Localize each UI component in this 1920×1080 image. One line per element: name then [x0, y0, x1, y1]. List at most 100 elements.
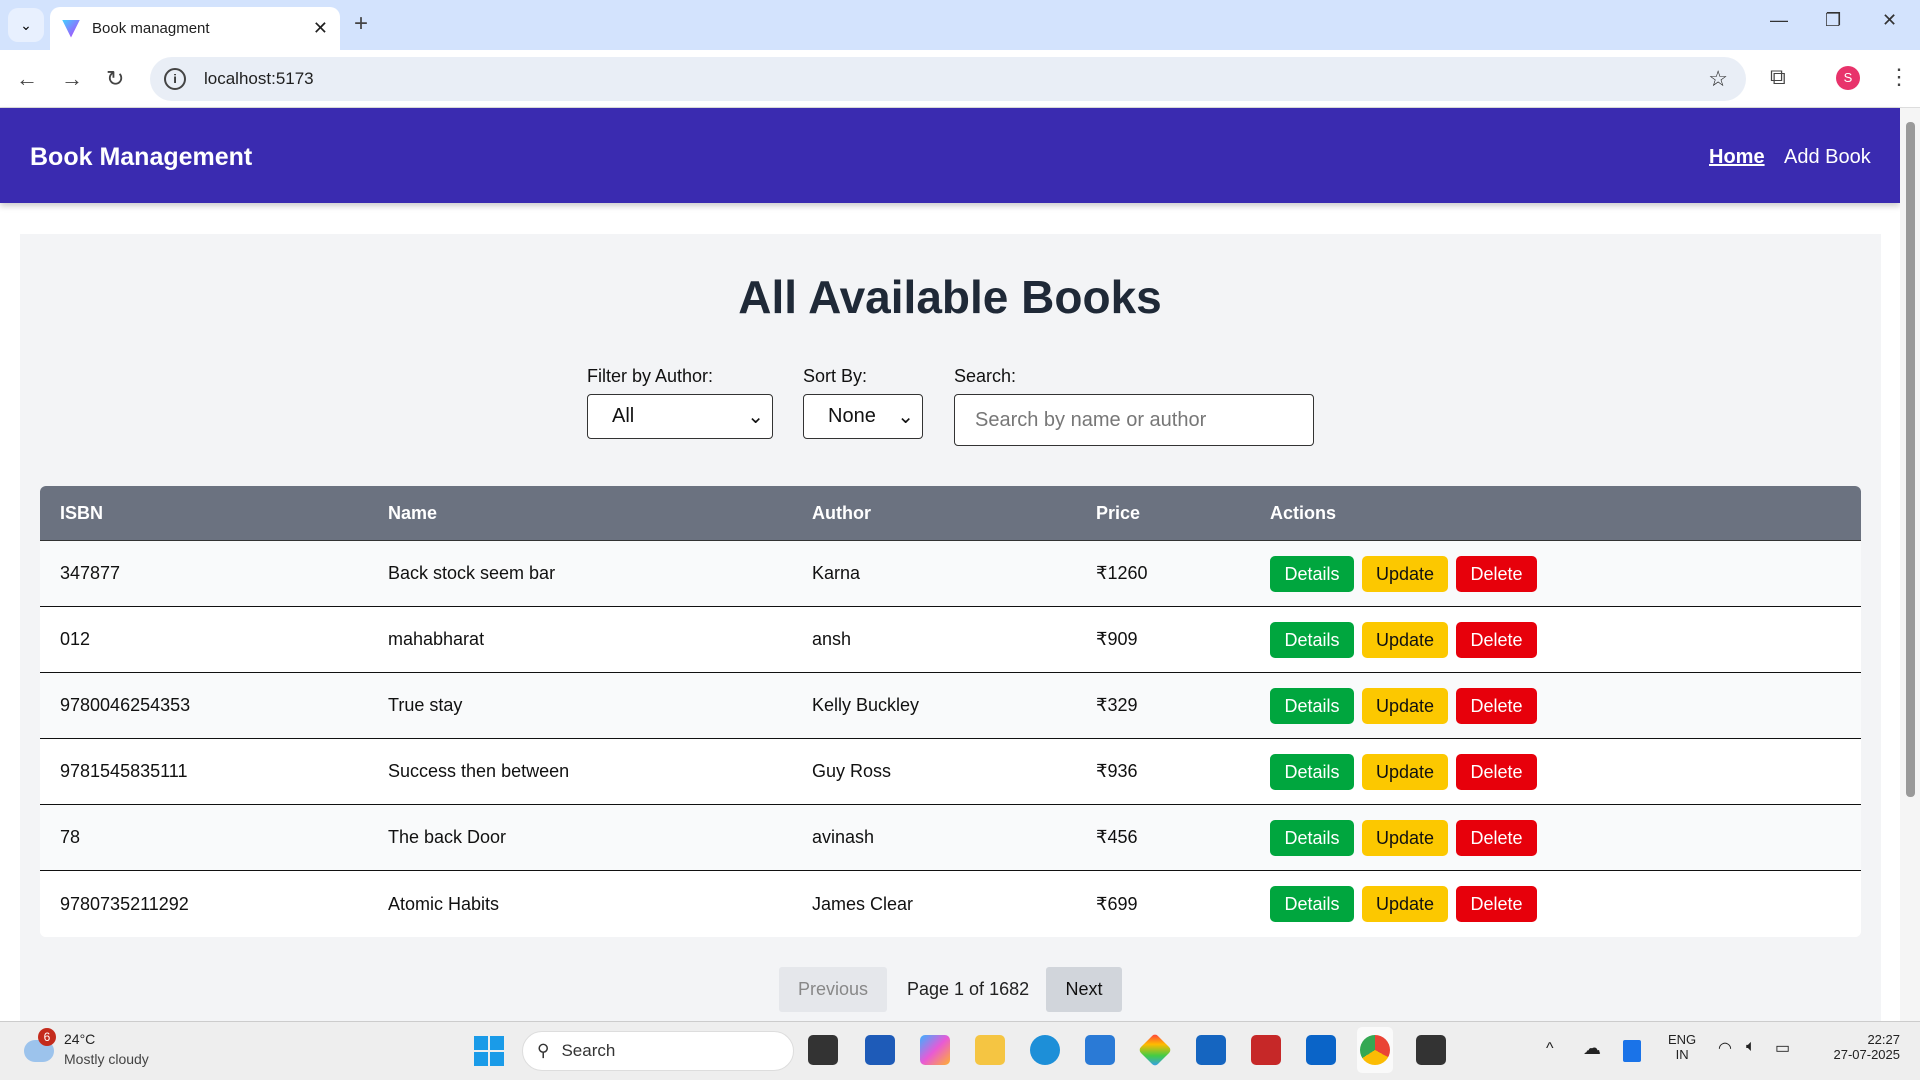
sort-select[interactable]: None ⌄ — [803, 394, 923, 439]
tab-search-button[interactable]: ⌄ — [8, 8, 44, 42]
site-info-icon[interactable]: i — [164, 68, 186, 90]
file-explorer-icon[interactable] — [975, 1035, 1005, 1065]
cell-price: ₹699 — [1096, 893, 1138, 914]
chrome-icon[interactable] — [1360, 1035, 1390, 1065]
table-row: 9780046254353 True stay Kelly Buckley ₹3… — [40, 673, 1861, 739]
address-bar[interactable]: i localhost:5173 ☆ — [150, 57, 1746, 101]
search-input[interactable]: Search by name or author — [954, 394, 1314, 446]
page-title: All Available Books — [738, 271, 1162, 323]
update-button[interactable]: Update — [1362, 621, 1448, 658]
task-view-icon[interactable] — [808, 1035, 838, 1065]
table-row: 347877 Back stock seem bar Karna ₹1260 D… — [40, 541, 1861, 607]
details-button[interactable]: Details — [1270, 753, 1354, 790]
search-label: Search: — [954, 366, 1017, 386]
table-row: 9780735211292 Atomic Habits James Clear … — [40, 871, 1861, 937]
cell-actions: Details Update Delete — [1270, 621, 1545, 658]
weather-temp: 24°C — [64, 1031, 96, 1047]
cell-isbn: 347877 — [60, 563, 121, 583]
mcafee-icon[interactable] — [1251, 1035, 1281, 1065]
terminal-icon[interactable] — [1416, 1035, 1446, 1065]
onedrive-icon[interactable]: ☁ — [1583, 1038, 1601, 1059]
previous-page-button[interactable]: Previous — [779, 967, 887, 1012]
delete-button[interactable]: Delete — [1456, 886, 1537, 922]
update-button[interactable]: Update — [1362, 555, 1448, 592]
table-row: 78 The back Door avinash ₹456 Details Upd… — [40, 805, 1861, 871]
nav-add-book-link[interactable]: Add Book — [1784, 146, 1871, 169]
cell-isbn: 78 — [60, 827, 81, 847]
page-indicator: Page 1 of 1682 — [907, 979, 1030, 999]
new-tab-button[interactable]: + — [354, 10, 368, 38]
bookmark-star-icon[interactable]: ☆ — [1708, 66, 1728, 92]
profile-avatar[interactable]: S — [1836, 66, 1860, 90]
cell-price: ₹936 — [1096, 761, 1138, 781]
books-table: ISBN Name Author Price Actions 347877 Ba… — [40, 486, 1861, 937]
volume-icon[interactable]: 🔈︎ — [1746, 1038, 1756, 1056]
table-row: 9781545835111 Success then between Guy R… — [40, 739, 1861, 805]
menu-icon[interactable]: ⋮ — [1888, 64, 1910, 90]
cell-price: ₹1260 — [1096, 563, 1148, 583]
update-button[interactable]: Update — [1362, 819, 1448, 856]
cell-actions: Details Update Delete — [1270, 753, 1545, 790]
outlook-icon[interactable] — [1306, 1035, 1336, 1065]
reload-icon[interactable]: ↻ — [106, 66, 124, 92]
app-navbar — [0, 108, 1900, 203]
details-button[interactable]: Details — [1270, 687, 1354, 724]
update-button[interactable]: Update — [1362, 753, 1448, 790]
details-button[interactable]: Details — [1270, 819, 1354, 856]
wifi-icon[interactable]: ◠ — [1718, 1038, 1732, 1058]
language-indicator[interactable]: ENG IN — [1668, 1032, 1696, 1062]
delete-button[interactable]: Delete — [1456, 753, 1537, 790]
delete-button[interactable]: Delete — [1456, 687, 1537, 724]
delete-button[interactable]: Delete — [1456, 819, 1537, 856]
header-isbn: ISBN — [60, 502, 104, 523]
tray-app-icon[interactable] — [1623, 1040, 1641, 1062]
details-button[interactable]: Details — [1270, 555, 1354, 592]
author-filter-value: All — [612, 405, 635, 427]
cell-name: Success then between — [388, 761, 570, 781]
show-hidden-icons[interactable]: ^ — [1546, 1040, 1554, 1058]
clock[interactable]: 22:27 27-07-2025 — [1820, 1032, 1901, 1062]
cell-isbn: 9781545835111 — [60, 761, 188, 781]
copilot-icon[interactable] — [920, 1035, 950, 1065]
restore-button[interactable]: ❐ — [1825, 10, 1841, 31]
cell-actions: Details Update Delete — [1270, 819, 1545, 856]
extensions-icon[interactable]: ⧉ — [1770, 64, 1786, 90]
next-page-button[interactable]: Next — [1046, 967, 1122, 1012]
cell-name: The back Door — [388, 827, 507, 847]
delete-button[interactable]: Delete — [1456, 555, 1537, 592]
cell-actions: Details Update Delete — [1270, 886, 1545, 922]
sort-value: None — [828, 405, 876, 427]
edge-icon[interactable] — [1030, 1035, 1060, 1065]
minimize-button[interactable]: — — [1770, 10, 1788, 31]
tab-title: Book managment — [92, 20, 210, 37]
vscode-icon[interactable] — [1085, 1035, 1115, 1065]
taskbar-search[interactable]: ⚲ Search — [522, 1031, 794, 1071]
close-tab-icon[interactable]: ✕ — [313, 18, 328, 39]
cell-author: Kelly Buckley — [812, 695, 920, 715]
nav-home-link[interactable]: Home — [1709, 146, 1765, 169]
table-header: ISBN Name Author Price Actions — [40, 486, 1861, 541]
sort-label: Sort By: — [803, 366, 868, 386]
battery-icon[interactable]: ▭ — [1775, 1038, 1790, 1058]
chevron-down-icon: ⌄ — [897, 406, 914, 428]
header-name: Name — [388, 502, 438, 523]
ml-app-icon[interactable] — [1196, 1035, 1226, 1065]
details-button[interactable]: Details — [1270, 886, 1354, 922]
browser-tab[interactable]: Book managment ✕ — [50, 7, 340, 50]
lang-region: IN — [1675, 1047, 1689, 1062]
cell-isbn: 012 — [60, 629, 91, 649]
scrollbar-thumb[interactable] — [1906, 122, 1915, 797]
store-icon[interactable] — [865, 1035, 895, 1065]
windows-start-icon[interactable] — [474, 1036, 504, 1066]
close-window-button[interactable]: ✕ — [1882, 10, 1897, 31]
author-filter-select[interactable]: All ⌄ — [587, 394, 773, 439]
forward-icon[interactable]: → — [61, 66, 83, 92]
delete-button[interactable]: Delete — [1456, 621, 1537, 658]
lang-primary: ENG — [1668, 1032, 1697, 1047]
update-button[interactable]: Update — [1362, 886, 1448, 922]
details-button[interactable]: Details — [1270, 621, 1354, 658]
cell-actions: Details Update Delete — [1270, 555, 1545, 592]
update-button[interactable]: Update — [1362, 687, 1448, 724]
back-icon[interactable]: ← — [16, 66, 38, 92]
cell-name: Back stock seem bar — [388, 563, 556, 583]
